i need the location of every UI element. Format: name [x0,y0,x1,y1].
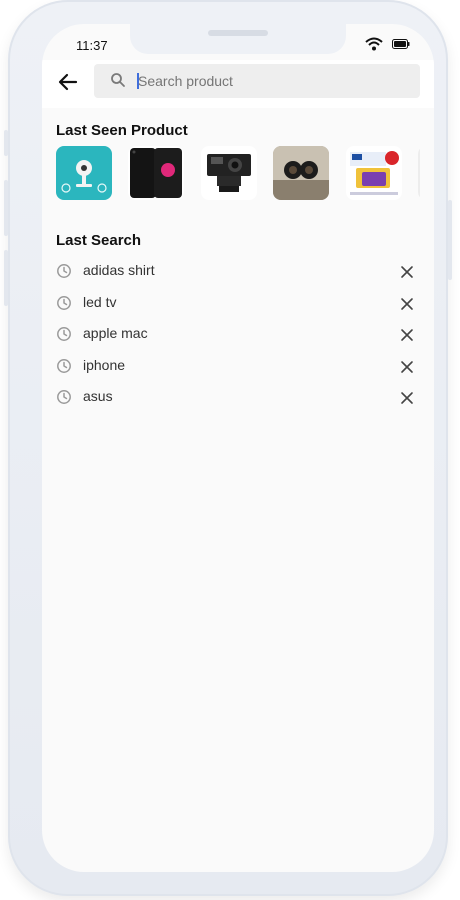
search-history-label: adidas shirt [83,262,155,278]
search-history-item[interactable]: asus [42,382,434,414]
search-header [42,60,434,108]
close-icon[interactable] [400,265,414,279]
last-seen-title: Last Seen Product [56,122,188,139]
search-history-item[interactable]: led tv [42,288,434,320]
speaker [208,30,268,36]
clock-icon [57,264,71,278]
product-thumb-sd-card[interactable] [418,146,420,200]
close-icon[interactable] [400,328,414,342]
smart-camera-image [61,160,107,193]
action-camera-image [206,154,251,192]
status-bar: 11:37 [42,24,434,60]
search-history-label: apple mac [83,325,148,341]
last-search-list: adidas shirt led tv apple mac iphone asu… [42,256,434,414]
iphone-image [130,148,183,198]
product-thumb-usb-card-reader[interactable] [345,146,402,200]
binoculars-image [273,146,330,200]
phone-side-button [4,180,8,236]
app-screen: 11:37 Search product Last Seen Product L… [42,24,434,872]
status-time: 11:37 [76,38,108,53]
product-thumb-smart-camera[interactable] [56,146,112,200]
clock-icon [57,390,71,404]
clock-icon [57,358,71,373]
phone-frame: 11:37 Search product Last Seen Product L… [4,0,452,896]
phone-side-button [4,250,8,306]
battery-icon [392,39,410,49]
close-icon[interactable] [400,391,414,405]
phone-side-button [4,130,8,156]
search-history-label: led tv [83,293,117,310]
search-history-label: iphone [83,356,126,373]
last-seen-carousel[interactable] [56,146,420,202]
close-icon[interactable] [400,297,414,311]
clock-icon [57,327,71,341]
usb-card-reader-image [349,151,399,195]
notch [130,24,346,54]
sd-card-image [418,148,420,198]
search-history-item[interactable]: apple mac [42,319,434,351]
search-input[interactable] [138,64,408,98]
search-history-item[interactable]: iphone [42,351,434,383]
search-box[interactable] [94,64,420,98]
search-history-item[interactable]: adidas shirt [42,256,434,288]
search-history-label: asus [83,388,113,404]
back-arrow-icon[interactable] [56,70,80,94]
product-thumb-binoculars[interactable] [273,146,330,200]
close-icon[interactable] [400,360,414,374]
clock-icon [57,295,71,310]
search-icon [111,73,125,87]
phone-side-button [448,200,452,280]
last-search-title: Last Search [56,232,142,249]
product-thumb-action-camera[interactable] [200,146,257,200]
product-thumb-iphone[interactable] [128,146,185,200]
wifi-icon [365,37,383,51]
